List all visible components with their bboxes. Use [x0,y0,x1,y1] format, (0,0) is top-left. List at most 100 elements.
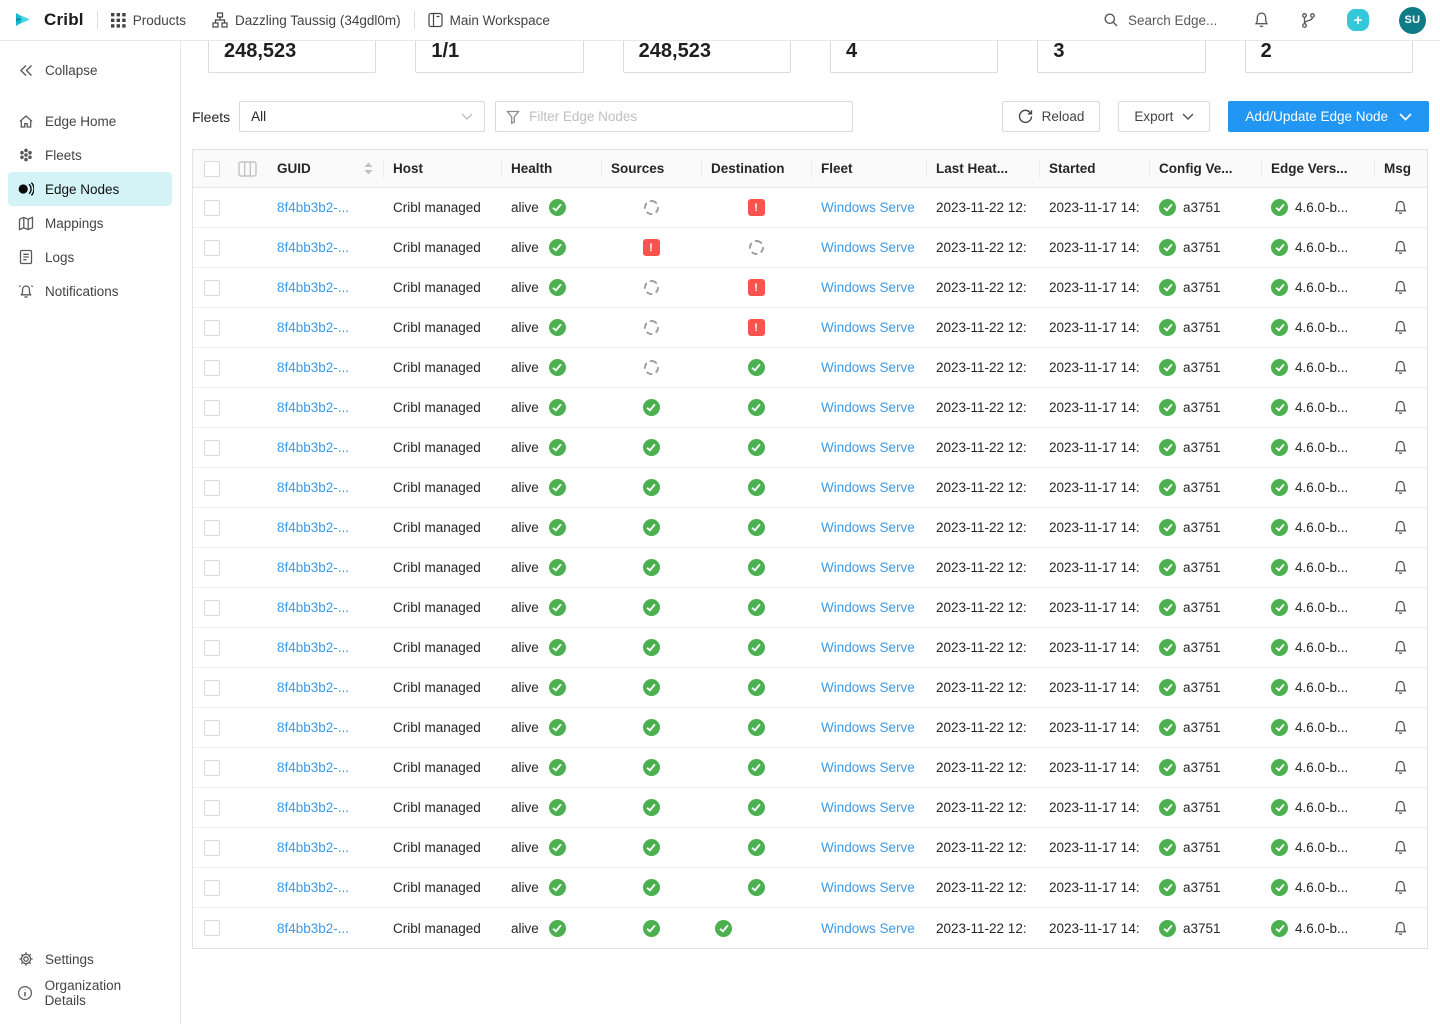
fleet-link[interactable]: Windows Serve [821,400,915,415]
workspace-switcher[interactable]: Main Workspace [428,12,550,28]
message-bell-icon[interactable] [1393,879,1408,896]
message-bell-icon[interactable] [1393,359,1408,376]
reload-button[interactable]: Reload [1002,101,1101,132]
fleet-link[interactable]: Windows Serve [821,640,915,655]
guid-link[interactable]: 8f4bb3b2-... [277,280,349,295]
user-avatar[interactable]: SU [1399,7,1426,34]
upgrade-plus-button[interactable]: + [1347,9,1369,31]
guid-link[interactable]: 8f4bb3b2-... [277,560,349,575]
fleet-link[interactable]: Windows Serve [821,240,915,255]
row-checkbox[interactable] [204,760,220,776]
guid-link[interactable]: 8f4bb3b2-... [277,680,349,695]
column-header-edge-version[interactable]: Edge Vers... [1261,150,1374,187]
notifications-button[interactable] [1253,11,1270,29]
fleet-link[interactable]: Windows Serve [821,760,915,775]
message-bell-icon[interactable] [1393,839,1408,856]
fleet-link[interactable]: Windows Serve [821,921,915,936]
guid-link[interactable]: 8f4bb3b2-... [277,400,349,415]
fleet-link[interactable]: Windows Serve [821,880,915,895]
column-header-sources[interactable]: Sources [601,150,701,187]
row-checkbox[interactable] [204,680,220,696]
sidebar-collapse[interactable]: Collapse [8,53,172,87]
guid-link[interactable]: 8f4bb3b2-... [277,921,349,936]
fleet-link[interactable]: Windows Serve [821,800,915,815]
guid-link[interactable]: 8f4bb3b2-... [277,840,349,855]
sidebar-item-fleets[interactable]: Fleets [8,138,172,172]
sidebar-item-mappings[interactable]: Mappings [8,206,172,240]
row-checkbox[interactable] [204,400,220,416]
message-bell-icon[interactable] [1393,239,1408,256]
message-bell-icon[interactable] [1393,199,1408,216]
row-checkbox[interactable] [204,320,220,336]
message-bell-icon[interactable] [1393,599,1408,616]
message-bell-icon[interactable] [1393,679,1408,696]
sidebar-item-organization-details[interactable]: Organization Details [8,976,172,1010]
guid-link[interactable]: 8f4bb3b2-... [277,640,349,655]
row-checkbox[interactable] [204,640,220,656]
row-checkbox[interactable] [204,800,220,816]
fleet-link[interactable]: Windows Serve [821,520,915,535]
sidebar-item-edge-nodes[interactable]: Edge Nodes [8,172,172,206]
column-header-health[interactable]: Health [501,150,601,187]
cribl-logo[interactable]: Cribl [14,10,84,30]
column-header-fleet[interactable]: Fleet [811,150,926,187]
filter-edge-nodes-field[interactable] [495,101,853,132]
guid-link[interactable]: 8f4bb3b2-... [277,760,349,775]
row-checkbox[interactable] [204,840,220,856]
fleet-link[interactable]: Windows Serve [821,200,915,215]
message-bell-icon[interactable] [1393,399,1408,416]
guid-link[interactable]: 8f4bb3b2-... [277,240,349,255]
column-settings-button[interactable] [227,150,267,187]
message-bell-icon[interactable] [1393,319,1408,336]
sidebar-item-edge-home[interactable]: Edge Home [8,104,172,138]
row-checkbox[interactable] [204,880,220,896]
guid-link[interactable]: 8f4bb3b2-... [277,440,349,455]
row-checkbox[interactable] [204,360,220,376]
fleet-link[interactable]: Windows Serve [821,440,915,455]
fleet-link[interactable]: Windows Serve [821,840,915,855]
row-checkbox[interactable] [204,280,220,296]
column-header-config-version[interactable]: Config Ve... [1149,150,1261,187]
guid-link[interactable]: 8f4bb3b2-... [277,320,349,335]
products-menu[interactable]: Products [111,13,186,28]
message-bell-icon[interactable] [1393,719,1408,736]
row-checkbox[interactable] [204,720,220,736]
column-header-last-heartbeat[interactable]: Last Heat... [926,150,1039,187]
add-update-edge-node-button[interactable]: Add/Update Edge Node [1228,101,1429,132]
filter-edge-nodes-input[interactable] [529,109,842,124]
column-header-host[interactable]: Host [383,150,501,187]
fleet-link[interactable]: Windows Serve [821,480,915,495]
message-bell-icon[interactable] [1393,519,1408,536]
fleet-link[interactable]: Windows Serve [821,560,915,575]
version-control-button[interactable] [1300,12,1317,29]
row-checkbox[interactable] [204,480,220,496]
row-checkbox[interactable] [204,200,220,216]
row-checkbox[interactable] [204,440,220,456]
fleet-link[interactable]: Windows Serve [821,600,915,615]
organization-switcher[interactable]: Dazzling Taussig (34gdl0m) [212,12,401,28]
fleet-link[interactable]: Windows Serve [821,320,915,335]
guid-link[interactable]: 8f4bb3b2-... [277,480,349,495]
column-header-guid[interactable]: GUID [267,150,383,187]
fleet-link[interactable]: Windows Serve [821,680,915,695]
message-bell-icon[interactable] [1393,279,1408,296]
row-checkbox[interactable] [204,240,220,256]
column-header-destination[interactable]: Destination [701,150,811,187]
column-header-msg[interactable]: Msg [1374,150,1427,187]
fleets-select[interactable]: All [239,101,485,132]
guid-link[interactable]: 8f4bb3b2-... [277,360,349,375]
message-bell-icon[interactable] [1393,559,1408,576]
row-checkbox[interactable] [204,600,220,616]
fleet-link[interactable]: Windows Serve [821,280,915,295]
message-bell-icon[interactable] [1393,799,1408,816]
sidebar-item-settings[interactable]: Settings [8,942,172,976]
guid-link[interactable]: 8f4bb3b2-... [277,720,349,735]
select-all-checkbox[interactable] [204,161,220,177]
message-bell-icon[interactable] [1393,759,1408,776]
guid-link[interactable]: 8f4bb3b2-... [277,600,349,615]
guid-link[interactable]: 8f4bb3b2-... [277,800,349,815]
guid-link[interactable]: 8f4bb3b2-... [277,200,349,215]
message-bell-icon[interactable] [1393,920,1408,937]
row-checkbox[interactable] [204,560,220,576]
message-bell-icon[interactable] [1393,479,1408,496]
